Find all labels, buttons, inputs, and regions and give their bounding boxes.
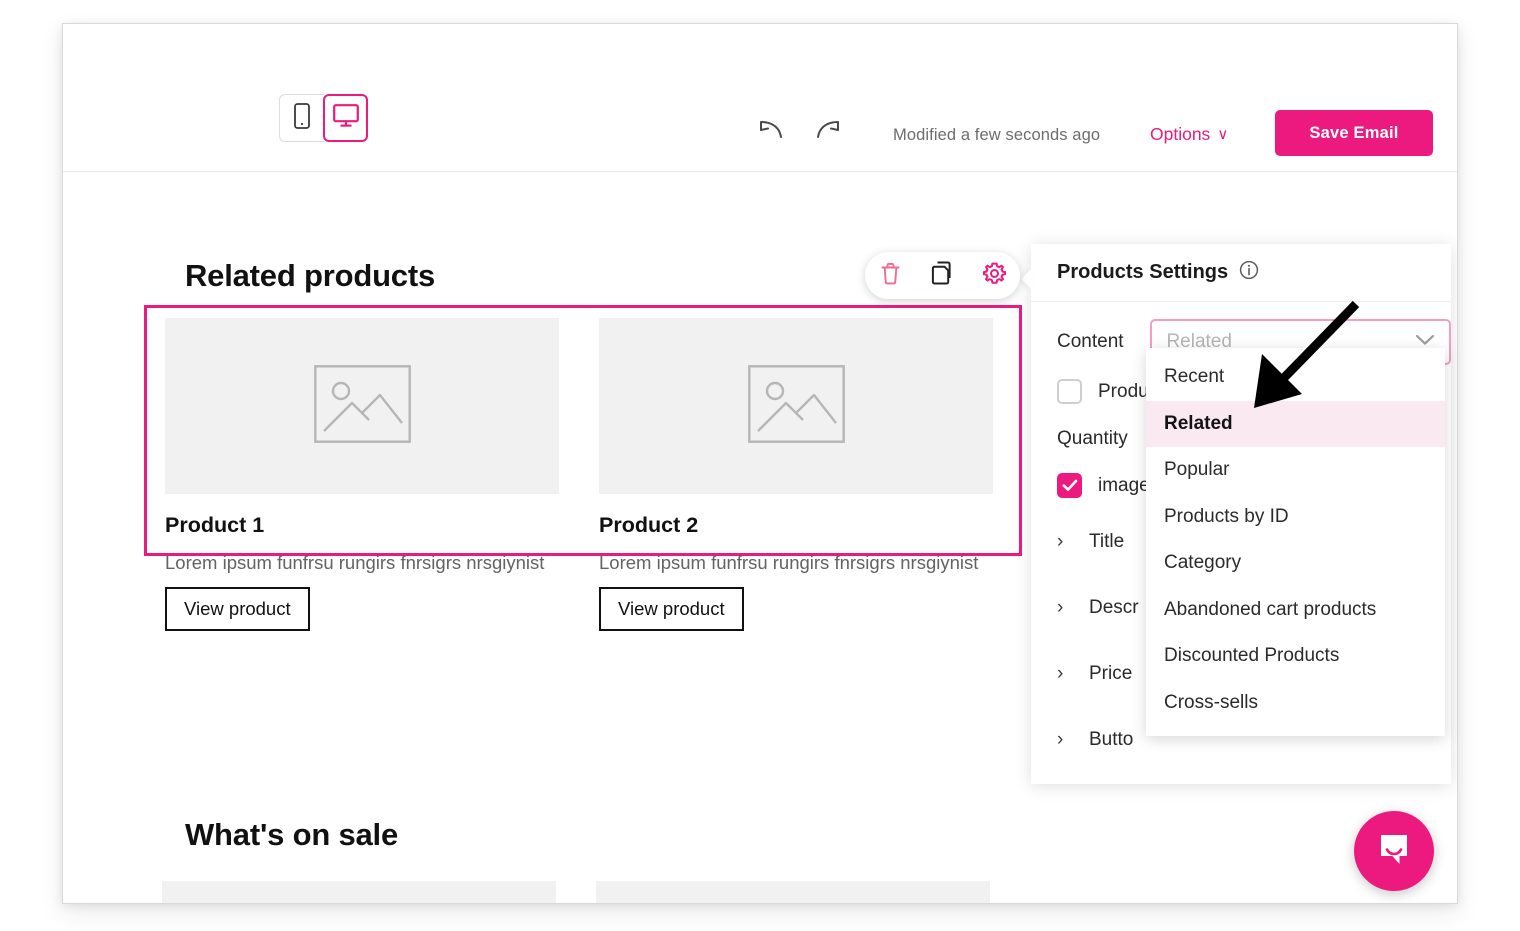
view-product-button[interactable]: View product [599, 587, 744, 632]
chat-launcher-button[interactable] [1354, 811, 1434, 891]
product-image-placeholder [596, 881, 990, 903]
show-image-checkbox[interactable] [1057, 473, 1082, 498]
gear-icon [982, 262, 1006, 290]
modified-status-text: Modified a few seconds ago [893, 126, 1101, 144]
product-image-placeholder [599, 318, 993, 494]
device-mobile-button[interactable] [279, 94, 324, 142]
chat-bubble-icon [1374, 829, 1414, 874]
screen-root: Modified a few seconds ago Options ∨ Sav… [0, 0, 1520, 931]
dropdown-option-cross-sells[interactable]: Cross-sells [1146, 680, 1445, 727]
product-card[interactable]: Product 2 Lorem ipsum funfrsu rungirs fn… [599, 318, 993, 632]
dropdown-option-abandoned-cart-products[interactable]: Abandoned cart products [1146, 587, 1445, 634]
sale-product-grid [162, 881, 1004, 903]
accordion-button-label: Butto [1089, 729, 1134, 750]
dropdown-option-popular[interactable]: Popular [1146, 447, 1445, 494]
chevron-right-icon: › [1057, 663, 1064, 684]
device-preview-toggle [279, 94, 368, 142]
panel-title: Products Settings [1057, 261, 1229, 283]
dropdown-option-discounted-products[interactable]: Discounted Products [1146, 633, 1445, 680]
options-label: Options [1150, 124, 1211, 144]
save-email-button[interactable]: Save Email [1275, 110, 1433, 156]
accordion-price-label: Price [1089, 663, 1133, 684]
chevron-right-icon: › [1057, 531, 1064, 552]
image-placeholder-icon [747, 364, 845, 448]
duplicate-element-button[interactable] [925, 259, 959, 293]
show-product-checkbox[interactable] [1057, 379, 1082, 404]
dropdown-option-recent[interactable]: Recent [1146, 354, 1445, 401]
undo-arrow-icon [756, 117, 786, 148]
show-product-label: Produ [1098, 380, 1149, 402]
quantity-label: Quantity [1057, 427, 1128, 449]
dropdown-option-related[interactable]: Related [1146, 400, 1445, 447]
image-placeholder-icon [313, 364, 411, 448]
redo-button[interactable] [808, 112, 848, 152]
device-desktop-button[interactable] [323, 94, 368, 142]
desktop-icon [332, 103, 359, 133]
whats-on-sale-heading: What's on sale [185, 817, 399, 852]
chevron-down-icon: ∨ [1217, 126, 1229, 143]
accordion-description-label: Descr [1089, 597, 1139, 618]
product-description: Lorem ipsum funfrsu rungirs fnrsigrs nrs… [599, 552, 979, 573]
related-products-heading: Related products [185, 258, 436, 293]
product-image-placeholder [162, 881, 556, 903]
products-block-selected[interactable]: Product 1 Lorem ipsum funfrsu rungirs fn… [144, 305, 1022, 632]
view-product-button[interactable]: View product [165, 587, 310, 632]
product-grid: Product 1 Lorem ipsum funfrsu rungirs fn… [147, 308, 1019, 632]
product-card[interactable]: Product 1 Lorem ipsum funfrsu rungirs fn… [165, 318, 559, 632]
panel-notch [1021, 268, 1032, 290]
product-title: Product 1 [165, 513, 265, 537]
product-image-placeholder [165, 318, 559, 494]
trash-icon [880, 262, 901, 290]
chevron-right-icon: › [1057, 729, 1064, 750]
info-icon[interactable] [1239, 260, 1259, 285]
product-title: Product 2 [599, 513, 699, 537]
dropdown-option-products-by-id[interactable]: Products by ID [1146, 494, 1445, 541]
element-action-toolbar [865, 252, 1020, 299]
product-description: Lorem ipsum funfrsu rungirs fnrsigrs nrs… [165, 552, 545, 573]
content-dropdown-menu: Recent Related Popular Products by ID Ca… [1146, 348, 1445, 736]
accordion-title-label: Title [1089, 531, 1125, 552]
chevron-right-icon: › [1057, 597, 1064, 618]
delete-element-button[interactable] [874, 259, 908, 293]
element-settings-button[interactable] [977, 259, 1011, 293]
options-menu-button[interactable]: Options ∨ [1150, 124, 1228, 145]
dropdown-option-category[interactable]: Category [1146, 540, 1445, 587]
panel-header: Products Settings [1031, 244, 1451, 302]
copy-icon [931, 261, 953, 290]
undo-button[interactable] [751, 112, 791, 152]
content-label: Content [1057, 331, 1124, 352]
show-image-label: image [1098, 474, 1150, 496]
redo-arrow-icon [813, 117, 843, 148]
mobile-icon [294, 102, 310, 134]
editor-toolbar: Modified a few seconds ago Options ∨ Sav… [63, 24, 1457, 172]
